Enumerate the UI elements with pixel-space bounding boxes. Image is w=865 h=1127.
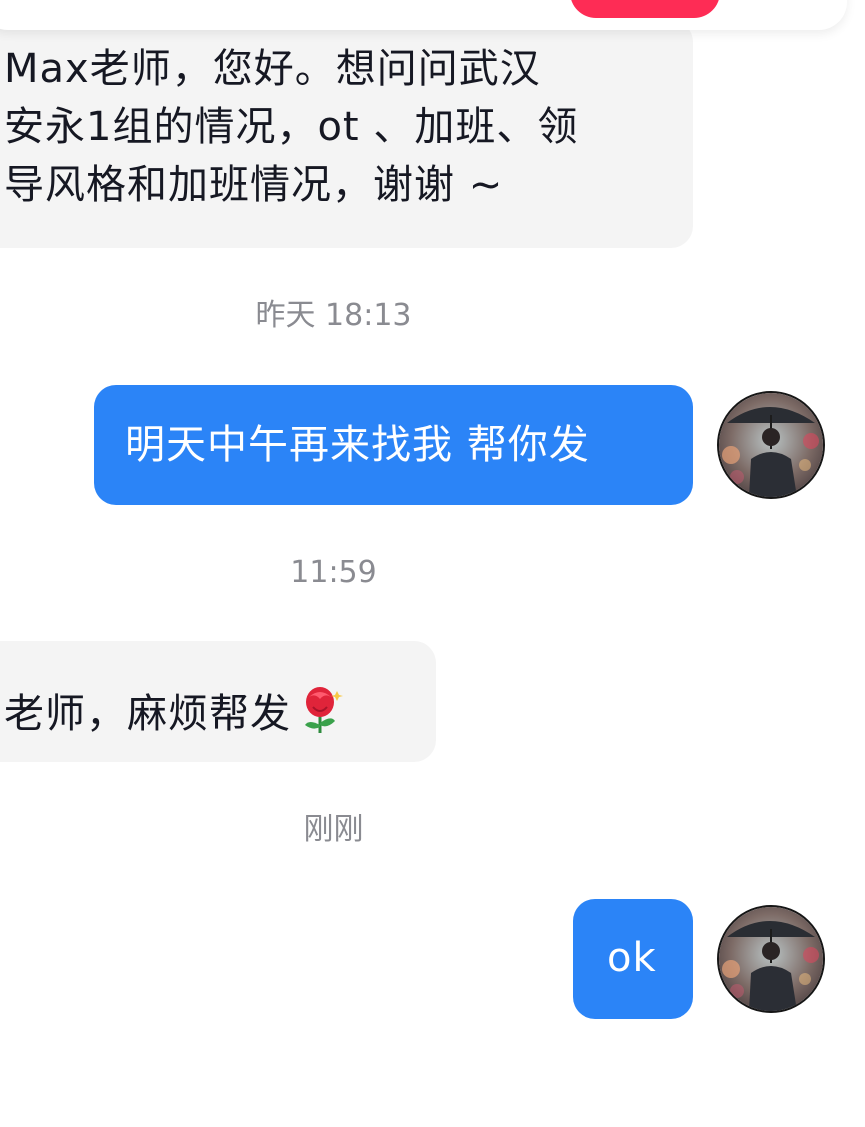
message-line: Max老师，您好。想问问武汉 (4, 46, 541, 92)
message-line: 安永1组的情况，ot 、加班、领 (4, 104, 579, 150)
rose-icon (297, 685, 343, 751)
avatar[interactable] (717, 391, 825, 499)
message-text: ok (607, 935, 657, 981)
message-text: 老师，麻烦帮发 (4, 690, 291, 737)
message-bubble-outgoing[interactable]: ok (573, 899, 693, 1019)
message-bubble-outgoing[interactable]: 明天中午再来找我 帮你发 (94, 385, 693, 505)
message-line: 导风格和加班情况，谢谢 ~ (4, 162, 504, 208)
overlay-action-button[interactable] (570, 0, 720, 18)
message-timestamp: 刚刚 (303, 812, 364, 847)
message-timestamp: 11:59 (290, 555, 377, 590)
message-timestamp: 昨天 18:13 (255, 298, 412, 333)
overlay-card-top (0, 0, 847, 30)
avatar[interactable] (717, 905, 825, 1013)
message-bubble-incoming[interactable]: 老师，麻烦帮发 (0, 641, 436, 762)
message-text: 明天中午再来找我 帮你发 (125, 422, 590, 468)
message-bubble-incoming[interactable]: Max老师，您好。想问问武汉 安永1组的情况，ot 、加班、领 导风格和加班情况… (0, 20, 693, 248)
